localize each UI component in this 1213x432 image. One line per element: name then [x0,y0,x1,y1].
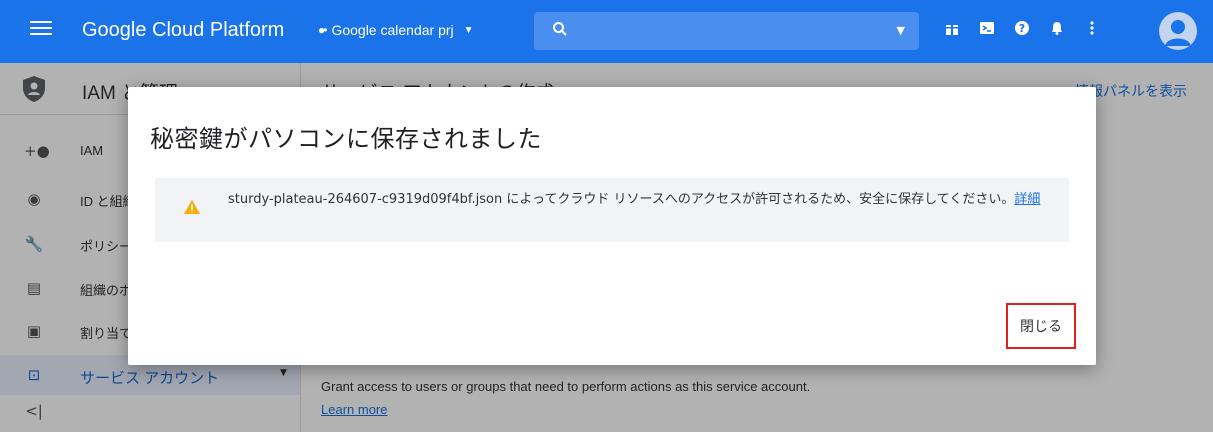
warning-text: sturdy-plateau-264607-c9319d09f4bf.json … [228,192,1015,207]
gift-icon[interactable] [941,20,963,42]
top-bar: Google Cloud Platform ●• Google calendar… [0,0,1213,63]
project-name: Google calendar prj [331,22,454,38]
project-selector[interactable]: ●• Google calendar prj ▼ [318,22,474,38]
more-vert-icon[interactable] [1081,20,1103,42]
help-icon[interactable]: ? [1011,20,1033,42]
project-dots-icon: ●• [318,23,328,37]
search-bar[interactable]: ▼ [534,12,919,50]
chevron-down-icon: ▼ [463,24,474,36]
search-icon [553,22,567,36]
bell-icon[interactable] [1046,20,1068,42]
warning-icon [184,200,200,214]
key-saved-dialog: 秘密鍵がパソコンに保存されました sturdy-plateau-264607-c… [128,87,1096,365]
cloud-shell-icon[interactable] [976,20,998,42]
svg-text:?: ? [1019,22,1025,35]
warning-alert: sturdy-plateau-264607-c9319d09f4bf.json … [155,178,1069,242]
close-button[interactable]: 閉じる [1006,303,1076,349]
search-dropdown-icon[interactable]: ▼ [897,24,905,37]
dialog-title: 秘密鍵がパソコンに保存されました [150,125,542,153]
avatar[interactable] [1159,12,1197,50]
warning-message: sturdy-plateau-264607-c9319d09f4bf.json … [228,190,1058,210]
details-link[interactable]: 詳細 [1014,192,1040,207]
brand-title[interactable]: Google Cloud Platform [82,19,284,42]
menu-icon[interactable] [30,18,52,40]
